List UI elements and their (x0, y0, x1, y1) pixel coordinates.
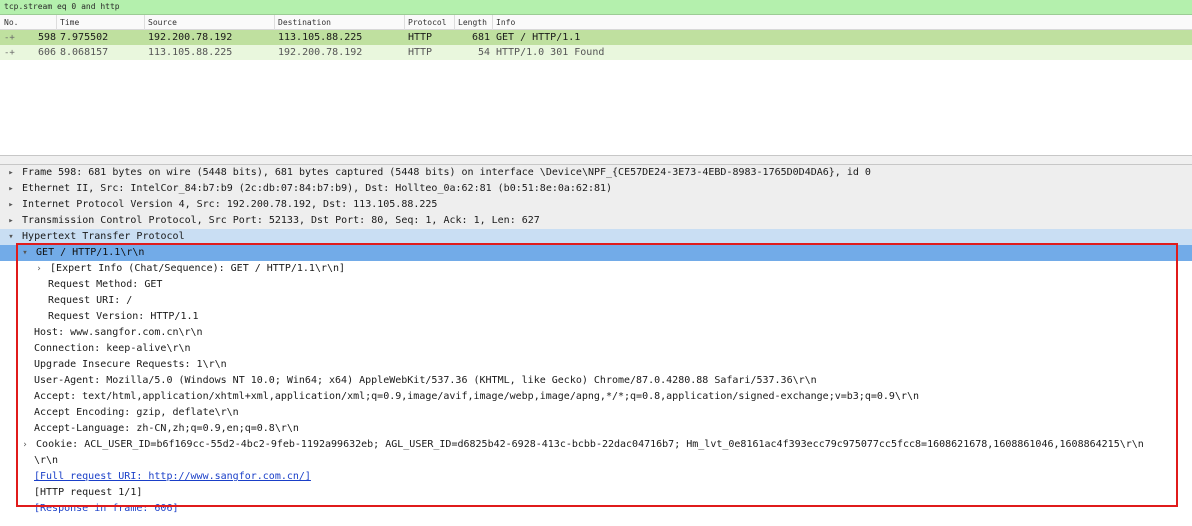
tree-item-label: [Expert Info (Chat/Sequence): GET / HTTP… (50, 263, 346, 274)
column-divider[interactable] (144, 15, 145, 30)
expand-arrow-icon[interactable]: ▸ (6, 197, 16, 213)
tree-item-expert-info[interactable]: › [Expert Info (Chat/Sequence): GET / HT… (0, 261, 1192, 277)
tree-item-ip[interactable]: ▸ Internet Protocol Version 4, Src: 192.… (0, 197, 1192, 213)
tree-item-accept-language[interactable]: Accept-Language: zh-CN,zh;q=0.9,en;q=0.8… (0, 421, 1192, 437)
packet-time: 7.975502 (60, 32, 109, 43)
column-divider[interactable] (454, 15, 455, 30)
column-info[interactable]: Info (496, 18, 515, 27)
column-divider[interactable] (274, 15, 275, 30)
packet-length: 54 (478, 47, 491, 58)
packet-list-pane: No. Time Source Destination Protocol Len… (0, 15, 1192, 156)
tree-item-label: Cookie: ACL_USER_ID=b6f169cc-55d2-4bc2-9… (36, 439, 1144, 450)
column-destination[interactable]: Destination (278, 18, 331, 27)
packet-info: HTTP/1.0 301 Found (496, 47, 605, 58)
tree-item-tcp[interactable]: ▸ Transmission Control Protocol, Src Por… (0, 213, 1192, 229)
column-protocol[interactable]: Protocol (408, 18, 447, 27)
tree-item-label: Internet Protocol Version 4, Src: 192.20… (22, 199, 438, 210)
tree-item-full-uri[interactable]: [Full request URI: http://www.sangfor.co… (0, 469, 1192, 485)
packet-source: 113.105.88.225 (148, 47, 233, 58)
response-frame-link[interactable]: [Response in frame: 606] (34, 503, 179, 514)
tree-item-label: User-Agent: Mozilla/5.0 (Windows NT 10.0… (34, 375, 817, 386)
expand-arrow-icon[interactable]: › (20, 437, 30, 453)
pane-splitter[interactable] (0, 156, 1192, 165)
tree-item-label: Transmission Control Protocol, Src Port:… (22, 215, 540, 226)
tree-item-upgrade-insecure[interactable]: Upgrade Insecure Requests: 1\r\n (0, 357, 1192, 373)
tree-item-label: Request Method: GET (48, 279, 163, 290)
full-request-uri-link[interactable]: [Full request URI: http://www.sangfor.co… (34, 471, 311, 482)
tree-item-ethernet[interactable]: ▸ Ethernet II, Src: IntelCor_84:b7:b9 (2… (0, 181, 1192, 197)
tree-item-label: GET / HTTP/1.1\r\n (36, 247, 145, 258)
column-divider[interactable] (56, 15, 57, 30)
collapse-arrow-icon[interactable]: ▾ (20, 245, 30, 261)
packet-details-pane: ▸ Frame 598: 681 bytes on wire (5448 bit… (0, 165, 1192, 526)
packet-protocol: HTTP (408, 47, 433, 58)
tree-item-cookie[interactable]: › Cookie: ACL_USER_ID=b6f169cc-55d2-4bc2… (0, 437, 1192, 453)
packet-destination: 113.105.88.225 (278, 32, 363, 43)
tree-item-label: Upgrade Insecure Requests: 1\r\n (34, 359, 227, 370)
tree-item-accept-encoding[interactable]: Accept Encoding: gzip, deflate\r\n (0, 405, 1192, 421)
tree-item-response-frame[interactable]: [Response in frame: 606] (0, 501, 1192, 517)
tree-item-request-method[interactable]: Request Method: GET (0, 277, 1192, 293)
tree-item-request-version[interactable]: Request Version: HTTP/1.1 (0, 309, 1192, 325)
tree-item-user-agent[interactable]: User-Agent: Mozilla/5.0 (Windows NT 10.0… (0, 373, 1192, 389)
tree-item-request-line[interactable]: ▾ GET / HTTP/1.1\r\n (0, 245, 1192, 261)
tree-item-crlf[interactable]: \r\n (0, 453, 1192, 469)
display-filter-bar (0, 0, 1192, 15)
column-divider[interactable] (492, 15, 493, 30)
tree-item-label: Connection: keep-alive\r\n (34, 343, 191, 354)
tree-item-request-uri[interactable]: Request URI: / (0, 293, 1192, 309)
collapse-arrow-icon[interactable]: ▾ (6, 229, 16, 245)
packet-row[interactable]: -+ 598 7.975502 192.200.78.192 113.105.8… (0, 30, 1192, 45)
tree-item-label: [HTTP request 1/1] (34, 487, 143, 498)
packet-source: 192.200.78.192 (148, 32, 233, 43)
expand-arrow-icon[interactable]: ▸ (6, 181, 16, 197)
tree-item-http[interactable]: ▾ Hypertext Transfer Protocol (0, 229, 1192, 245)
tree-item-label: Host: www.sangfor.com.cn\r\n (34, 327, 203, 338)
tree-item-connection[interactable]: Connection: keep-alive\r\n (0, 341, 1192, 357)
tree-item-accept[interactable]: Accept: text/html,application/xhtml+xml,… (0, 389, 1192, 405)
packet-list-header: No. Time Source Destination Protocol Len… (0, 15, 1192, 30)
expand-arrow-icon[interactable]: ▸ (6, 165, 16, 181)
tree-item-label: Frame 598: 681 bytes on wire (5448 bits)… (22, 167, 871, 178)
column-no[interactable]: No. (4, 18, 18, 27)
tree-item-host[interactable]: Host: www.sangfor.com.cn\r\n (0, 325, 1192, 341)
packet-length: 681 (472, 32, 491, 43)
tree-item-label: Hypertext Transfer Protocol (22, 231, 185, 242)
tree-item-frame[interactable]: ▸ Frame 598: 681 bytes on wire (5448 bit… (0, 165, 1192, 181)
tree-item-label: Accept-Language: zh-CN,zh;q=0.9,en;q=0.8… (34, 423, 299, 434)
tree-item-http-request[interactable]: [HTTP request 1/1] (0, 485, 1192, 501)
packet-protocol: HTTP (408, 32, 433, 43)
packet-time: 8.068157 (60, 47, 109, 58)
column-time[interactable]: Time (60, 18, 79, 27)
tree-item-label: Accept: text/html,application/xhtml+xml,… (34, 391, 920, 402)
column-length[interactable]: Length (458, 18, 487, 27)
tree-item-label: Accept Encoding: gzip, deflate\r\n (34, 407, 239, 418)
packet-no: 598 (38, 32, 57, 43)
display-filter-input[interactable] (4, 2, 904, 11)
packet-row[interactable]: -+ 606 8.068157 113.105.88.225 192.200.7… (0, 45, 1192, 60)
packet-destination: 192.200.78.192 (278, 47, 363, 58)
packet-info: GET / HTTP/1.1 (496, 32, 581, 43)
column-source[interactable]: Source (148, 18, 177, 27)
tree-item-label: Request Version: HTTP/1.1 (48, 311, 199, 322)
expand-arrow-icon[interactable]: › (34, 261, 44, 277)
expand-arrow-icon[interactable]: ▸ (6, 213, 16, 229)
tree-item-label: \r\n (34, 455, 59, 466)
related-packet-icon: -+ (4, 48, 15, 58)
column-divider[interactable] (404, 15, 405, 30)
packet-no: 606 (38, 47, 57, 58)
related-packet-icon: -+ (4, 33, 15, 43)
tree-item-label: Ethernet II, Src: IntelCor_84:b7:b9 (2c:… (22, 183, 613, 194)
tree-item-label: Request URI: / (48, 295, 133, 306)
